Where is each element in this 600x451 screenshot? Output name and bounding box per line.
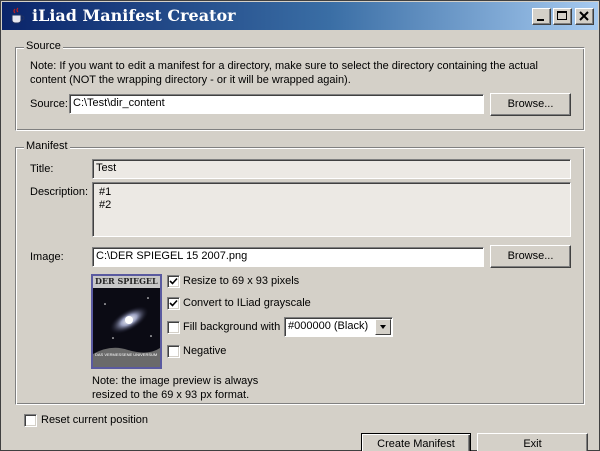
java-cup-icon xyxy=(8,7,26,25)
manifest-legend: Manifest xyxy=(24,140,70,152)
source-label: Source: xyxy=(30,98,68,110)
image-label: Image: xyxy=(30,251,64,263)
fill-background-label[interactable]: Fill background with xyxy=(183,321,280,333)
reset-position-label[interactable]: Reset current position xyxy=(41,414,148,426)
maximize-button[interactable] xyxy=(553,8,572,25)
resize-checkbox[interactable] xyxy=(167,275,180,288)
create-manifest-button[interactable]: Create Manifest xyxy=(361,433,471,451)
description-textarea[interactable]: #1 #2 xyxy=(92,182,571,237)
title-bar[interactable]: iLiad Manifest Creator xyxy=(2,2,598,30)
source-note: Note: If you want to edit a manifest for… xyxy=(30,60,538,86)
grayscale-checkbox[interactable] xyxy=(167,297,180,310)
reset-position-checkbox[interactable] xyxy=(24,414,37,427)
main-window: iLiad Manifest Creator Source Note: If y… xyxy=(0,0,600,451)
source-legend: Source xyxy=(24,40,63,52)
description-line: #2 xyxy=(99,199,112,211)
title-field[interactable]: Test xyxy=(92,159,571,179)
source-browse-button[interactable]: Browse... xyxy=(490,93,571,116)
image-preview: DER SPIEGEL DAS VERMESSENE UNIVERSUM xyxy=(91,274,162,369)
fill-color-select[interactable]: #000000 (Black) xyxy=(284,317,393,337)
exit-button[interactable]: Exit xyxy=(477,433,588,451)
title-label: Title: xyxy=(30,163,54,175)
cover-line: DAS VERMESSENE UNIVERSUM xyxy=(95,352,158,357)
negative-checkbox[interactable] xyxy=(167,345,180,358)
grayscale-label[interactable]: Convert to ILiad grayscale xyxy=(183,297,311,309)
fill-color-value: #000000 (Black) xyxy=(288,320,369,332)
image-browse-button[interactable]: Browse... xyxy=(490,245,571,268)
close-button[interactable] xyxy=(575,8,594,25)
window-title: iLiad Manifest Creator xyxy=(32,6,236,25)
resize-label[interactable]: Resize to 69 x 93 pixels xyxy=(183,275,299,287)
negative-label[interactable]: Negative xyxy=(183,345,226,357)
description-label: Description: xyxy=(30,186,89,198)
source-path-field[interactable]: C:\Test\dir_content xyxy=(69,94,484,114)
description-line: #1 xyxy=(99,186,112,198)
minimize-button[interactable] xyxy=(532,8,551,25)
image-path-field[interactable]: C:\DER SPIEGEL 15 2007.png xyxy=(92,247,484,267)
preview-note-line-1: Note: the image preview is always xyxy=(92,375,259,387)
fill-background-checkbox[interactable] xyxy=(167,321,180,334)
chevron-down-icon[interactable] xyxy=(375,319,391,335)
cover-masthead: DER SPIEGEL xyxy=(95,276,158,286)
preview-note-line-2: resized to the 69 x 93 px format. xyxy=(92,389,250,401)
